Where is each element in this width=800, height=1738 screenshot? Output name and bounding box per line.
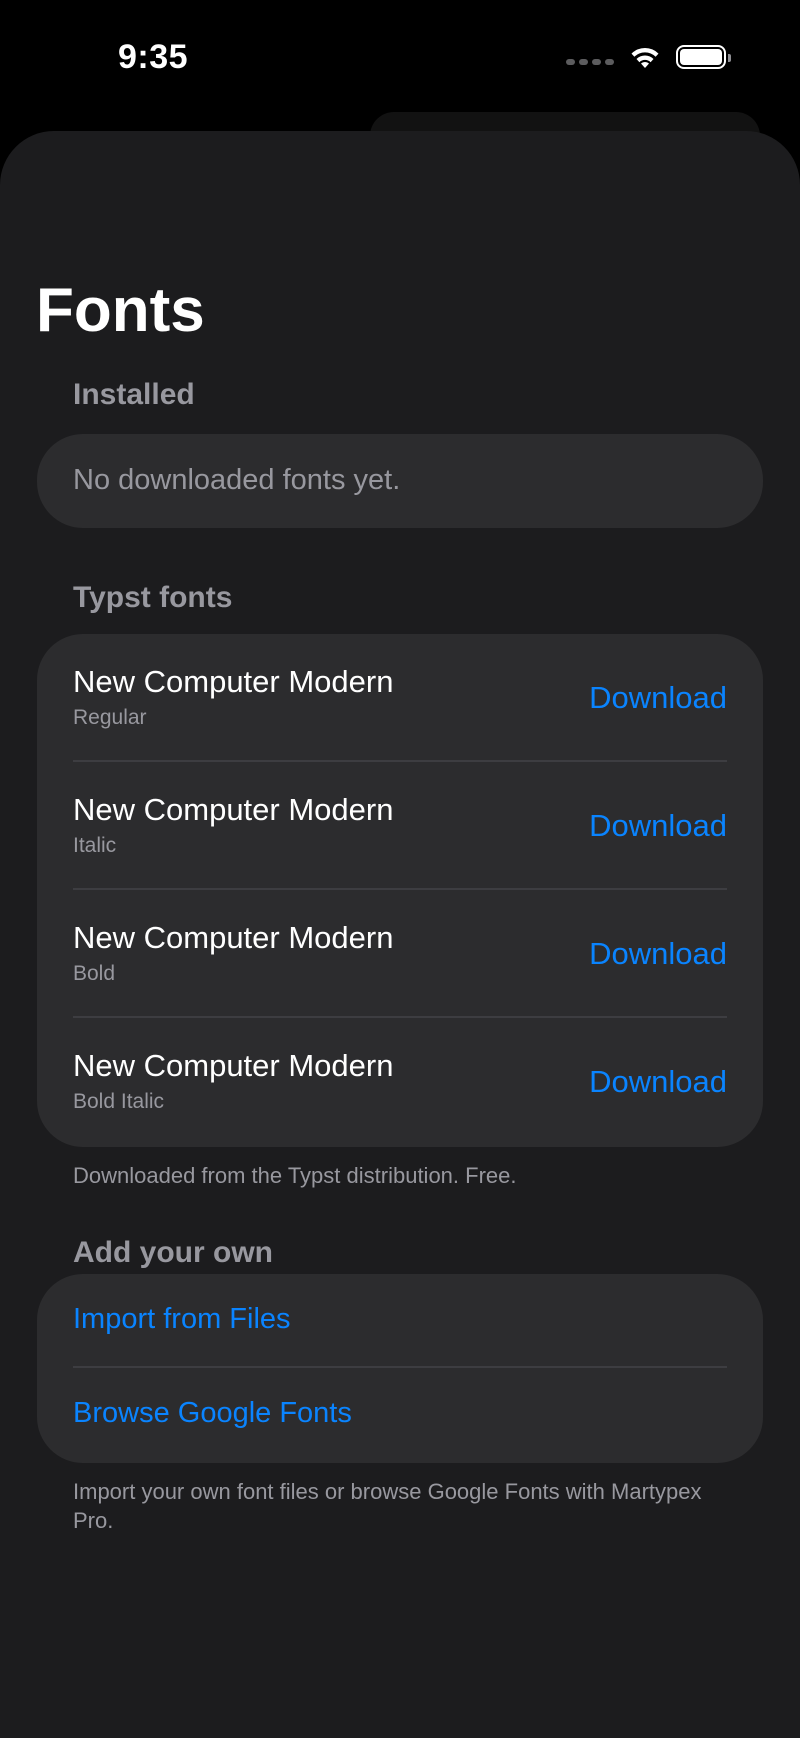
- page-title: Fonts: [36, 276, 205, 345]
- add-your-own-section-header: Add your own: [73, 1236, 273, 1269]
- status-time: 9:35: [118, 38, 189, 76]
- font-name: New Computer Modern: [73, 664, 394, 699]
- font-style: Regular: [73, 706, 147, 729]
- typst-fonts-section-header: Typst fonts: [73, 581, 233, 614]
- add-your-own-card: Import from Files Browse Google Fonts: [37, 1274, 763, 1463]
- font-name: New Computer Modern: [73, 792, 394, 827]
- font-style: Bold: [73, 962, 116, 985]
- add-your-own-footer: Import your own font files or browse Goo…: [73, 1479, 702, 1533]
- font-name: New Computer Modern: [73, 920, 394, 955]
- fonts-sheet: Fonts Installed No downloaded fonts yet.…: [0, 131, 800, 1738]
- font-row-bold: New Computer Modern Bold Download: [37, 890, 763, 1018]
- installed-card: No downloaded fonts yet.: [37, 434, 763, 528]
- installed-empty-text: No downloaded fonts yet.: [73, 464, 401, 496]
- download-button-bold-italic[interactable]: Download: [589, 1064, 727, 1100]
- status-bar: 9:35: [0, 0, 800, 120]
- font-style: Bold Italic: [73, 1090, 165, 1113]
- download-button-bold[interactable]: Download: [589, 936, 727, 972]
- wifi-icon: [631, 47, 659, 68]
- browse-google-fonts-button[interactable]: Browse Google Fonts: [73, 1397, 352, 1430]
- font-row-bold-italic: New Computer Modern Bold Italic Download: [37, 1018, 763, 1146]
- download-button-italic[interactable]: Download: [589, 808, 727, 844]
- battery-icon: [676, 45, 731, 69]
- font-name: New Computer Modern: [73, 1048, 394, 1083]
- font-style: Italic: [73, 834, 117, 857]
- status-indicators: [566, 44, 731, 70]
- font-row-italic: New Computer Modern Italic Download: [37, 762, 763, 890]
- font-row-regular: New Computer Modern Regular Download: [37, 634, 763, 762]
- import-from-files-button[interactable]: Import from Files: [73, 1303, 291, 1336]
- installed-section-header: Installed: [73, 378, 195, 411]
- cellular-signal-icon: [566, 59, 614, 65]
- browse-google-fonts-row[interactable]: Browse Google Fonts: [37, 1368, 763, 1462]
- typst-fonts-card: New Computer Modern Regular Download New…: [37, 634, 763, 1147]
- download-button-regular[interactable]: Download: [589, 680, 727, 716]
- typst-fonts-footer: Downloaded from the Typst distribution. …: [73, 1163, 517, 1188]
- import-from-files-row[interactable]: Import from Files: [37, 1274, 763, 1368]
